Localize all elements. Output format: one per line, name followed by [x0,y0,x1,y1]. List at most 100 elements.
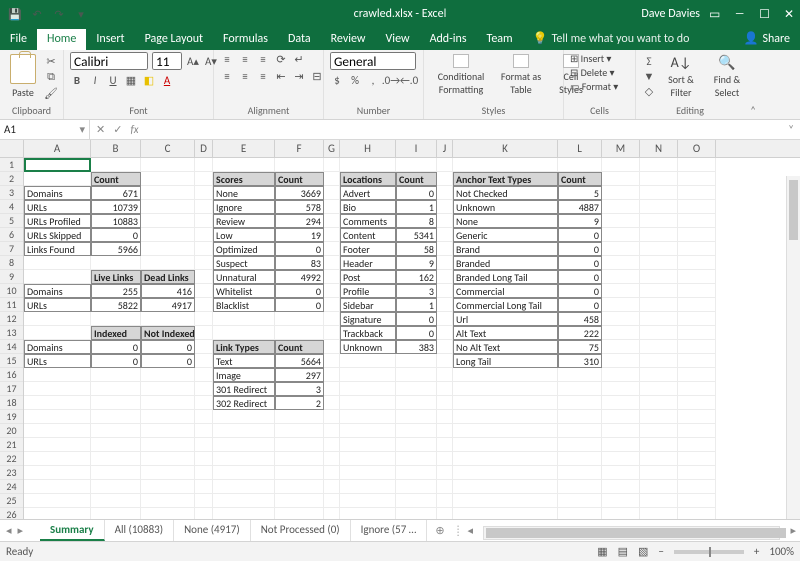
cell[interactable]: None [453,214,558,228]
fx-icon[interactable]: fx [130,123,138,136]
close-icon[interactable]: ✕ [784,7,794,22]
cell[interactable] [340,368,396,382]
cell[interactable] [324,326,340,340]
cell[interactable] [602,158,640,172]
decrease-indent-icon[interactable]: ⇤ [274,69,288,83]
cell[interactable] [141,200,195,214]
cell[interactable] [340,396,396,410]
align-center-icon[interactable]: ≡ [238,69,252,83]
cell[interactable] [24,368,91,382]
align-middle-icon[interactable]: ≡ [238,52,252,66]
cell[interactable] [602,326,640,340]
tab-data[interactable]: Data [278,29,321,50]
cell[interactable] [24,326,91,340]
column-header[interactable]: A [24,140,91,157]
column-header[interactable]: N [640,140,678,157]
cell[interactable] [195,340,213,354]
cell[interactable]: Content [340,228,396,242]
cell[interactable] [91,466,141,480]
sheet-tab[interactable]: All (10883) [105,520,174,541]
cell[interactable] [24,466,91,480]
column-header[interactable]: I [396,140,437,157]
cell[interactable] [602,214,640,228]
cell[interactable] [324,410,340,424]
cell[interactable] [437,270,453,284]
cell[interactable] [141,480,195,494]
row-header[interactable]: 26 [0,508,23,519]
tab-file[interactable]: File [0,29,37,50]
cell[interactable] [602,480,640,494]
collapse-ribbon-icon[interactable]: ˄ [744,104,760,119]
column-header[interactable]: B [91,140,141,157]
cell[interactable] [275,480,324,494]
row-header[interactable]: 19 [0,410,23,424]
cell[interactable] [340,410,396,424]
cell[interactable] [213,438,275,452]
cell[interactable] [602,508,640,519]
cell[interactable]: 0 [275,284,324,298]
cell[interactable]: Low [213,228,275,242]
cell[interactable] [91,452,141,466]
cell[interactable]: Suspect [213,256,275,270]
cell[interactable] [324,438,340,452]
row-header[interactable]: 18 [0,396,23,410]
cell[interactable] [195,354,213,368]
cell[interactable] [437,312,453,326]
bold-icon[interactable]: B [70,73,84,87]
cell[interactable]: 0 [558,228,602,242]
cell[interactable] [324,158,340,172]
cell[interactable]: 294 [275,214,324,228]
cell[interactable] [195,284,213,298]
cell[interactable] [275,410,324,424]
cell[interactable] [324,200,340,214]
zoom-level[interactable]: 100% [769,545,794,558]
cell[interactable] [640,200,678,214]
cell[interactable] [602,312,640,326]
cell[interactable] [453,158,558,172]
cell[interactable] [437,494,453,508]
cell[interactable] [437,228,453,242]
cell[interactable]: 4992 [275,270,324,284]
cell[interactable] [396,396,437,410]
cell[interactable] [324,214,340,228]
cell[interactable] [602,340,640,354]
row-header[interactable]: 11 [0,298,23,312]
row-header[interactable]: 1 [0,158,23,172]
page-break-view-icon[interactable]: ▧ [638,545,648,558]
cell[interactable] [91,424,141,438]
cell[interactable] [453,368,558,382]
cell[interactable] [340,438,396,452]
row-header[interactable]: 17 [0,382,23,396]
cell[interactable]: 0 [141,340,195,354]
cell[interactable] [141,438,195,452]
cell[interactable] [324,256,340,270]
cell[interactable] [602,438,640,452]
align-left-icon[interactable]: ≡ [220,69,234,83]
sheet-tab[interactable]: Ignore (57 … [351,520,428,541]
cell[interactable] [213,158,275,172]
cell[interactable] [91,256,141,270]
row-header[interactable]: 12 [0,312,23,326]
cell[interactable]: 0 [91,354,141,368]
cell[interactable] [640,438,678,452]
increase-decimal-icon[interactable]: .0→ [384,73,398,87]
increase-indent-icon[interactable]: ⇥ [292,69,306,83]
cell[interactable]: 383 [396,340,437,354]
cell[interactable] [141,312,195,326]
cell[interactable] [141,256,195,270]
cell[interactable] [195,480,213,494]
cell[interactable] [453,410,558,424]
cell[interactable] [213,466,275,480]
row-header[interactable]: 14 [0,340,23,354]
cell[interactable]: 310 [558,354,602,368]
cell[interactable] [141,228,195,242]
cell[interactable] [141,382,195,396]
cell[interactable] [437,452,453,466]
tab-formulas[interactable]: Formulas [213,29,278,50]
zoom-out-icon[interactable]: − [658,545,663,558]
cell[interactable] [324,298,340,312]
cell[interactable]: Count [396,172,437,186]
fill-color-icon[interactable]: ◧ [142,73,156,87]
cell[interactable] [195,270,213,284]
cell[interactable] [437,214,453,228]
